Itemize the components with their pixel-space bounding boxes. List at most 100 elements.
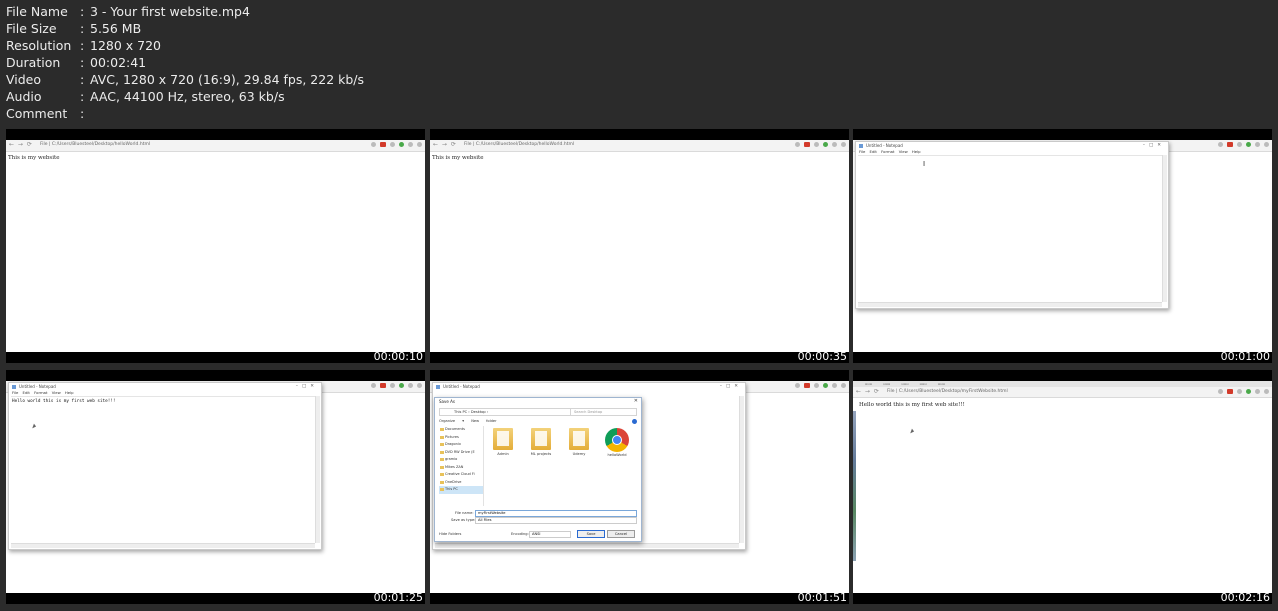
vertical-scrollbar xyxy=(739,396,744,543)
save-type-select[interactable]: All Files xyxy=(475,517,637,524)
encoding-label: Encoding: xyxy=(511,532,529,536)
file-name-label: File name: xyxy=(455,511,474,515)
chrome-logo-icon xyxy=(605,428,629,452)
browser-screen: ← → ⟳ File | C:/Users/Bluesteel/Desktop/… xyxy=(430,140,849,352)
notepad-title: Untitled - Notepad xyxy=(9,383,321,390)
browser-toolbar: ← → ⟳ File | C:/Users/Bluesteel/Desktop/… xyxy=(6,140,425,152)
extension-icons xyxy=(371,383,422,388)
page-content: Hello world this is my first web site!!! xyxy=(859,402,965,408)
text-cursor-icon: I xyxy=(923,160,926,168)
meta-row-audio: Audio: AAC, 44100 Hz, stereo, 63 kb/s xyxy=(6,89,285,104)
notepad-title: Untitled - Notepad xyxy=(856,142,1168,149)
horizontal-scrollbar xyxy=(11,543,315,548)
thumbnail-5[interactable]: Untitled - Notepad –□✕ Save As ✕ This PC… xyxy=(430,370,849,604)
extension-icons xyxy=(1218,389,1269,394)
meta-row-comment: Comment: xyxy=(6,106,85,121)
file-item[interactable]: helloWorld xyxy=(605,428,629,457)
file-name-input[interactable]: myFirstWebsite xyxy=(475,510,637,517)
window-controls-icon: –□✕ xyxy=(719,384,742,389)
nav-item-onedrive[interactable]: OneDrive xyxy=(439,479,483,487)
notepad-window: Untitled - Notepad –□✕ File Edit Format … xyxy=(8,382,322,550)
timestamp: 00:00:35 xyxy=(797,350,847,363)
path-breadcrumb[interactable]: This PC › Desktop › xyxy=(439,408,571,416)
file-metadata: File Name:3 - Your first website.mp4 Fil… xyxy=(6,3,364,122)
notepad-text: Hello world this is my first web site!!! xyxy=(12,399,116,404)
folder-icon xyxy=(569,428,589,450)
file-item[interactable]: ML projects xyxy=(529,428,553,457)
nav-item-dragonix[interactable]: Dragonix xyxy=(439,441,483,449)
meta-row-file-name: File Name:3 - Your first website.mp4 xyxy=(6,4,250,19)
window-controls-icon: –□✕ xyxy=(295,384,318,389)
nav-item-dvd-drive[interactable]: DVD RW Drive (E xyxy=(439,449,483,457)
notepad-title: Untitled - Notepad xyxy=(433,383,745,390)
help-icon[interactable] xyxy=(632,419,637,424)
window-controls-icon: –□✕ xyxy=(1142,143,1165,148)
save-as-dialog: Save As ✕ This PC › Desktop › Search Des… xyxy=(434,397,642,542)
address-bar: File | C:/Users/Bluesteel/Desktop/helloW… xyxy=(464,142,575,147)
page-content: This is my website xyxy=(8,155,60,161)
extension-icons xyxy=(795,383,846,388)
notepad-text-area: Hello world this is my first web site!!! xyxy=(11,396,315,543)
encoding-select[interactable]: ANSI xyxy=(529,531,571,538)
navigation-pane: Documents Pictures Dragonix DVD RW Drive… xyxy=(439,426,484,506)
thumbnail-1[interactable]: ← → ⟳ File | C:/Users/Bluesteel/Desktop/… xyxy=(6,129,425,363)
thumbnail-3[interactable]: Untitled - Notepad –□✕ File Edit Format … xyxy=(853,129,1272,363)
notepad-text-area xyxy=(858,155,1162,302)
folder-icon xyxy=(493,428,513,450)
extension-icons xyxy=(795,142,846,147)
meta-row-file-size: File Size:5.56 MB xyxy=(6,21,142,36)
nav-arrows-icon: ← → ⟳ xyxy=(856,388,880,395)
address-bar: File | C:/Users/Bluesteel/Desktop/myFirs… xyxy=(887,389,1008,394)
horizontal-scrollbar xyxy=(435,543,739,548)
mouse-pointer-icon xyxy=(910,428,915,435)
nav-item-pictures[interactable]: Pictures xyxy=(439,434,483,442)
timestamp: 00:00:10 xyxy=(373,350,423,363)
browser-screen: Untitled - Notepad –□✕ File Edit Format … xyxy=(6,381,425,593)
vertical-scrollbar xyxy=(1162,155,1167,302)
nav-item-gramio[interactable]: gramio xyxy=(439,456,483,464)
thumbnail-6[interactable]: ▫▫▫ ▫▫▫ ▫▫▫ ▫▫▫ ▫▫▫ ← → ⟳ File | C:/User… xyxy=(853,370,1272,604)
video-value: AVC, 1280 x 720 (16:9), 29.84 fps, 222 k… xyxy=(90,72,365,87)
folder-icon xyxy=(531,428,551,450)
file-list: Admin ML projects Udemy helloWorld xyxy=(491,428,629,457)
nav-item-creative-cloud[interactable]: Creative Cloud Fi xyxy=(439,471,483,479)
save-button[interactable]: Save xyxy=(577,530,605,538)
page-content: This is my website xyxy=(432,155,484,161)
audio-value: AAC, 44100 Hz, stereo, 63 kb/s xyxy=(90,89,285,104)
notepad-window: Untitled - Notepad –□✕ File Edit Format … xyxy=(855,141,1169,309)
browser-screen: ← → ⟳ File | C:/Users/Bluesteel/Desktop/… xyxy=(6,140,425,352)
meta-row-resolution: Resolution:1280 x 720 xyxy=(6,38,162,53)
nav-item-mikes-zan[interactable]: Mikes ZAN xyxy=(439,464,483,472)
nav-item-documents[interactable]: Documents xyxy=(439,426,483,434)
close-icon[interactable]: ✕ xyxy=(634,398,638,404)
extension-icons xyxy=(371,142,422,147)
browser-screen: Untitled - Notepad –□✕ Save As ✕ This PC… xyxy=(430,381,849,593)
browser-toolbar: ← → ⟳ File | C:/Users/Bluesteel/Desktop/… xyxy=(430,140,849,152)
dialog-toolbar[interactable]: Organize ▾ New folder xyxy=(439,419,497,423)
dialog-title: Save As xyxy=(439,399,455,404)
extension-icons xyxy=(1218,142,1269,147)
cancel-button[interactable]: Cancel xyxy=(607,530,635,538)
address-bar: File | C:/Users/Bluesteel/Desktop/helloW… xyxy=(40,142,151,147)
vertical-scrollbar xyxy=(315,396,320,543)
thumbnail-4[interactable]: Untitled - Notepad –□✕ File Edit Format … xyxy=(6,370,425,604)
timestamp: 00:01:00 xyxy=(1220,350,1270,363)
duration-value: 00:02:41 xyxy=(90,55,147,70)
horizontal-scrollbar xyxy=(858,302,1162,307)
nav-arrows-icon: ← → ⟳ xyxy=(433,141,457,148)
nav-item-this-pc[interactable]: This PC xyxy=(439,486,483,494)
timestamp: 00:02:16 xyxy=(1220,591,1270,604)
file-item[interactable]: Admin xyxy=(491,428,515,457)
nav-arrows-icon: ← → ⟳ xyxy=(9,141,33,148)
save-type-label: Save as type: xyxy=(451,518,476,522)
search-input[interactable]: Search Desktop xyxy=(570,408,637,416)
file-item[interactable]: Udemy xyxy=(567,428,591,457)
browser-screen: ▫▫▫ ▫▫▫ ▫▫▫ ▫▫▫ ▫▫▫ ← → ⟳ File | C:/User… xyxy=(853,381,1272,593)
background-window-strip xyxy=(853,411,856,561)
file-name-value: 3 - Your first website.mp4 xyxy=(90,4,250,19)
hide-folders-toggle[interactable]: Hide Folders xyxy=(439,532,461,536)
file-size-value: 5.56 MB xyxy=(90,21,142,36)
meta-row-duration: Duration:00:02:41 xyxy=(6,55,147,70)
browser-toolbar: ← → ⟳ File | C:/Users/Bluesteel/Desktop/… xyxy=(853,387,1272,398)
thumbnail-2[interactable]: ← → ⟳ File | C:/Users/Bluesteel/Desktop/… xyxy=(430,129,849,363)
